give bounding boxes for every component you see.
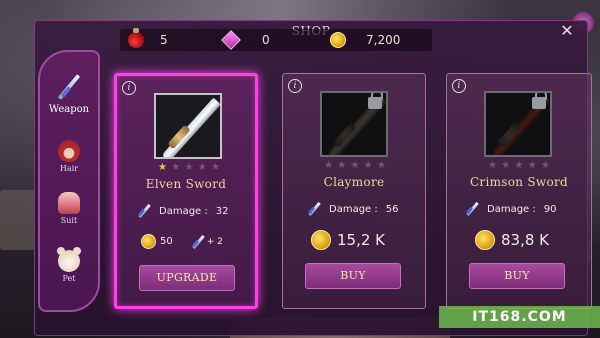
damage-icon: [307, 202, 321, 216]
star-empty-icon: ★: [363, 160, 373, 171]
buy-price: 15,2 K: [311, 230, 385, 250]
currency-bar: 5 0 7,200: [120, 28, 432, 51]
currency-potions: 5: [128, 28, 168, 51]
item-card-elven-sword[interactable]: i ★ ★ ★ ★ ★ Elven Sword Damage : 32 50 +…: [114, 73, 258, 309]
buy-button[interactable]: BUY: [305, 263, 401, 289]
damage-icon: [465, 202, 479, 216]
damage-icon: [191, 235, 205, 249]
star-empty-icon: ★: [514, 160, 524, 171]
potion-count: 5: [160, 33, 168, 47]
tab-hair[interactable]: Hair: [40, 140, 98, 173]
star-rating: ★ ★ ★ ★ ★: [323, 161, 387, 171]
potion-icon: [128, 28, 144, 48]
buy-button[interactable]: BUY: [469, 263, 565, 289]
tab-label: Suit: [60, 216, 78, 225]
suit-icon: [58, 192, 80, 214]
star-filled-icon: ★: [158, 162, 167, 173]
currency-gems: 0: [221, 29, 270, 51]
info-icon[interactable]: i: [452, 79, 466, 93]
hair-icon: [58, 140, 80, 162]
stat-value: 32: [215, 205, 229, 217]
lock-icon: [532, 93, 547, 109]
star-empty-icon: ★: [184, 162, 194, 173]
stat-label: Damage :: [487, 203, 536, 215]
star-empty-icon: ★: [501, 160, 511, 171]
damage-icon: [137, 204, 151, 218]
watermark: IT168.COM: [439, 306, 600, 328]
pet-icon: [57, 247, 81, 272]
tab-label: Pet: [62, 274, 76, 283]
coin-count: 7,200: [366, 33, 401, 47]
ceiling-light: [45, 0, 515, 22]
tab-suit[interactable]: Suit: [40, 192, 98, 225]
damage-stat: Damage : 90: [465, 202, 556, 216]
item-thumbnail: [154, 93, 222, 159]
tab-pet[interactable]: Pet: [40, 247, 98, 283]
item-card-claymore[interactable]: i ★ ★ ★ ★ ★ Claymore Damage : 56 15,2 K …: [282, 73, 426, 309]
star-rating: ★ ★ ★ ★ ★: [487, 161, 551, 171]
background-furniture: [0, 190, 35, 250]
stat-value: 56: [385, 203, 399, 215]
sword-image: [161, 97, 220, 157]
coin-icon: [311, 230, 331, 250]
price-value: 83,8 K: [501, 231, 550, 249]
sword-hilt: [497, 122, 521, 148]
gem-icon: [221, 30, 241, 50]
star-empty-icon: ★: [197, 162, 207, 173]
price-value: 15,2 K: [337, 231, 386, 249]
info-icon[interactable]: i: [288, 79, 302, 93]
sword-icon: [55, 74, 83, 102]
star-empty-icon: ★: [527, 160, 537, 171]
info-icon[interactable]: i: [122, 81, 136, 95]
item-name: Crimson Sword: [469, 175, 569, 189]
upgrade-button[interactable]: UPGRADE: [139, 265, 235, 291]
gem-count: 0: [262, 33, 270, 47]
star-empty-icon: ★: [337, 160, 347, 171]
bonus-value: + 2: [206, 236, 223, 247]
item-name: Claymore: [323, 175, 385, 189]
coin-icon: [475, 230, 495, 250]
upgrade-cost: 50 + 2: [141, 234, 223, 249]
star-rating: ★ ★ ★ ★ ★: [157, 163, 221, 173]
stat-value: 90: [543, 203, 557, 215]
damage-stat: Damage : 56: [307, 202, 398, 216]
item-card-crimson-sword[interactable]: i ★ ★ ★ ★ ★ Crimson Sword Damage : 90 83…: [446, 73, 592, 309]
star-empty-icon: ★: [541, 160, 550, 171]
star-empty-icon: ★: [377, 160, 386, 171]
damage-stat: Damage : 32: [137, 204, 228, 218]
buy-price: 83,8 K: [475, 230, 549, 250]
stat-label: Damage :: [329, 203, 378, 215]
category-tabs: Weapon Hair Suit Pet: [38, 50, 100, 312]
tab-label: Weapon: [48, 104, 90, 115]
coin-icon: [141, 234, 156, 249]
damage-bonus: + 2: [191, 235, 223, 249]
star-empty-icon: ★: [350, 160, 360, 171]
tab-label: Hair: [59, 164, 79, 173]
star-empty-icon: ★: [488, 160, 497, 171]
star-empty-icon: ★: [324, 160, 333, 171]
stat-label: Damage :: [159, 205, 208, 217]
tab-weapon[interactable]: Weapon: [40, 74, 98, 115]
item-thumbnail: [484, 91, 552, 157]
star-empty-icon: ★: [211, 162, 220, 173]
sword-hilt: [333, 122, 357, 148]
lock-icon: [368, 93, 383, 109]
coin-icon: [330, 32, 346, 48]
price-value: 50: [160, 236, 173, 247]
item-name: Elven Sword: [145, 177, 227, 191]
star-empty-icon: ★: [171, 162, 181, 173]
item-thumbnail: [320, 91, 388, 157]
currency-coins: 7,200: [330, 29, 400, 51]
close-button[interactable]: ✕: [559, 23, 575, 39]
